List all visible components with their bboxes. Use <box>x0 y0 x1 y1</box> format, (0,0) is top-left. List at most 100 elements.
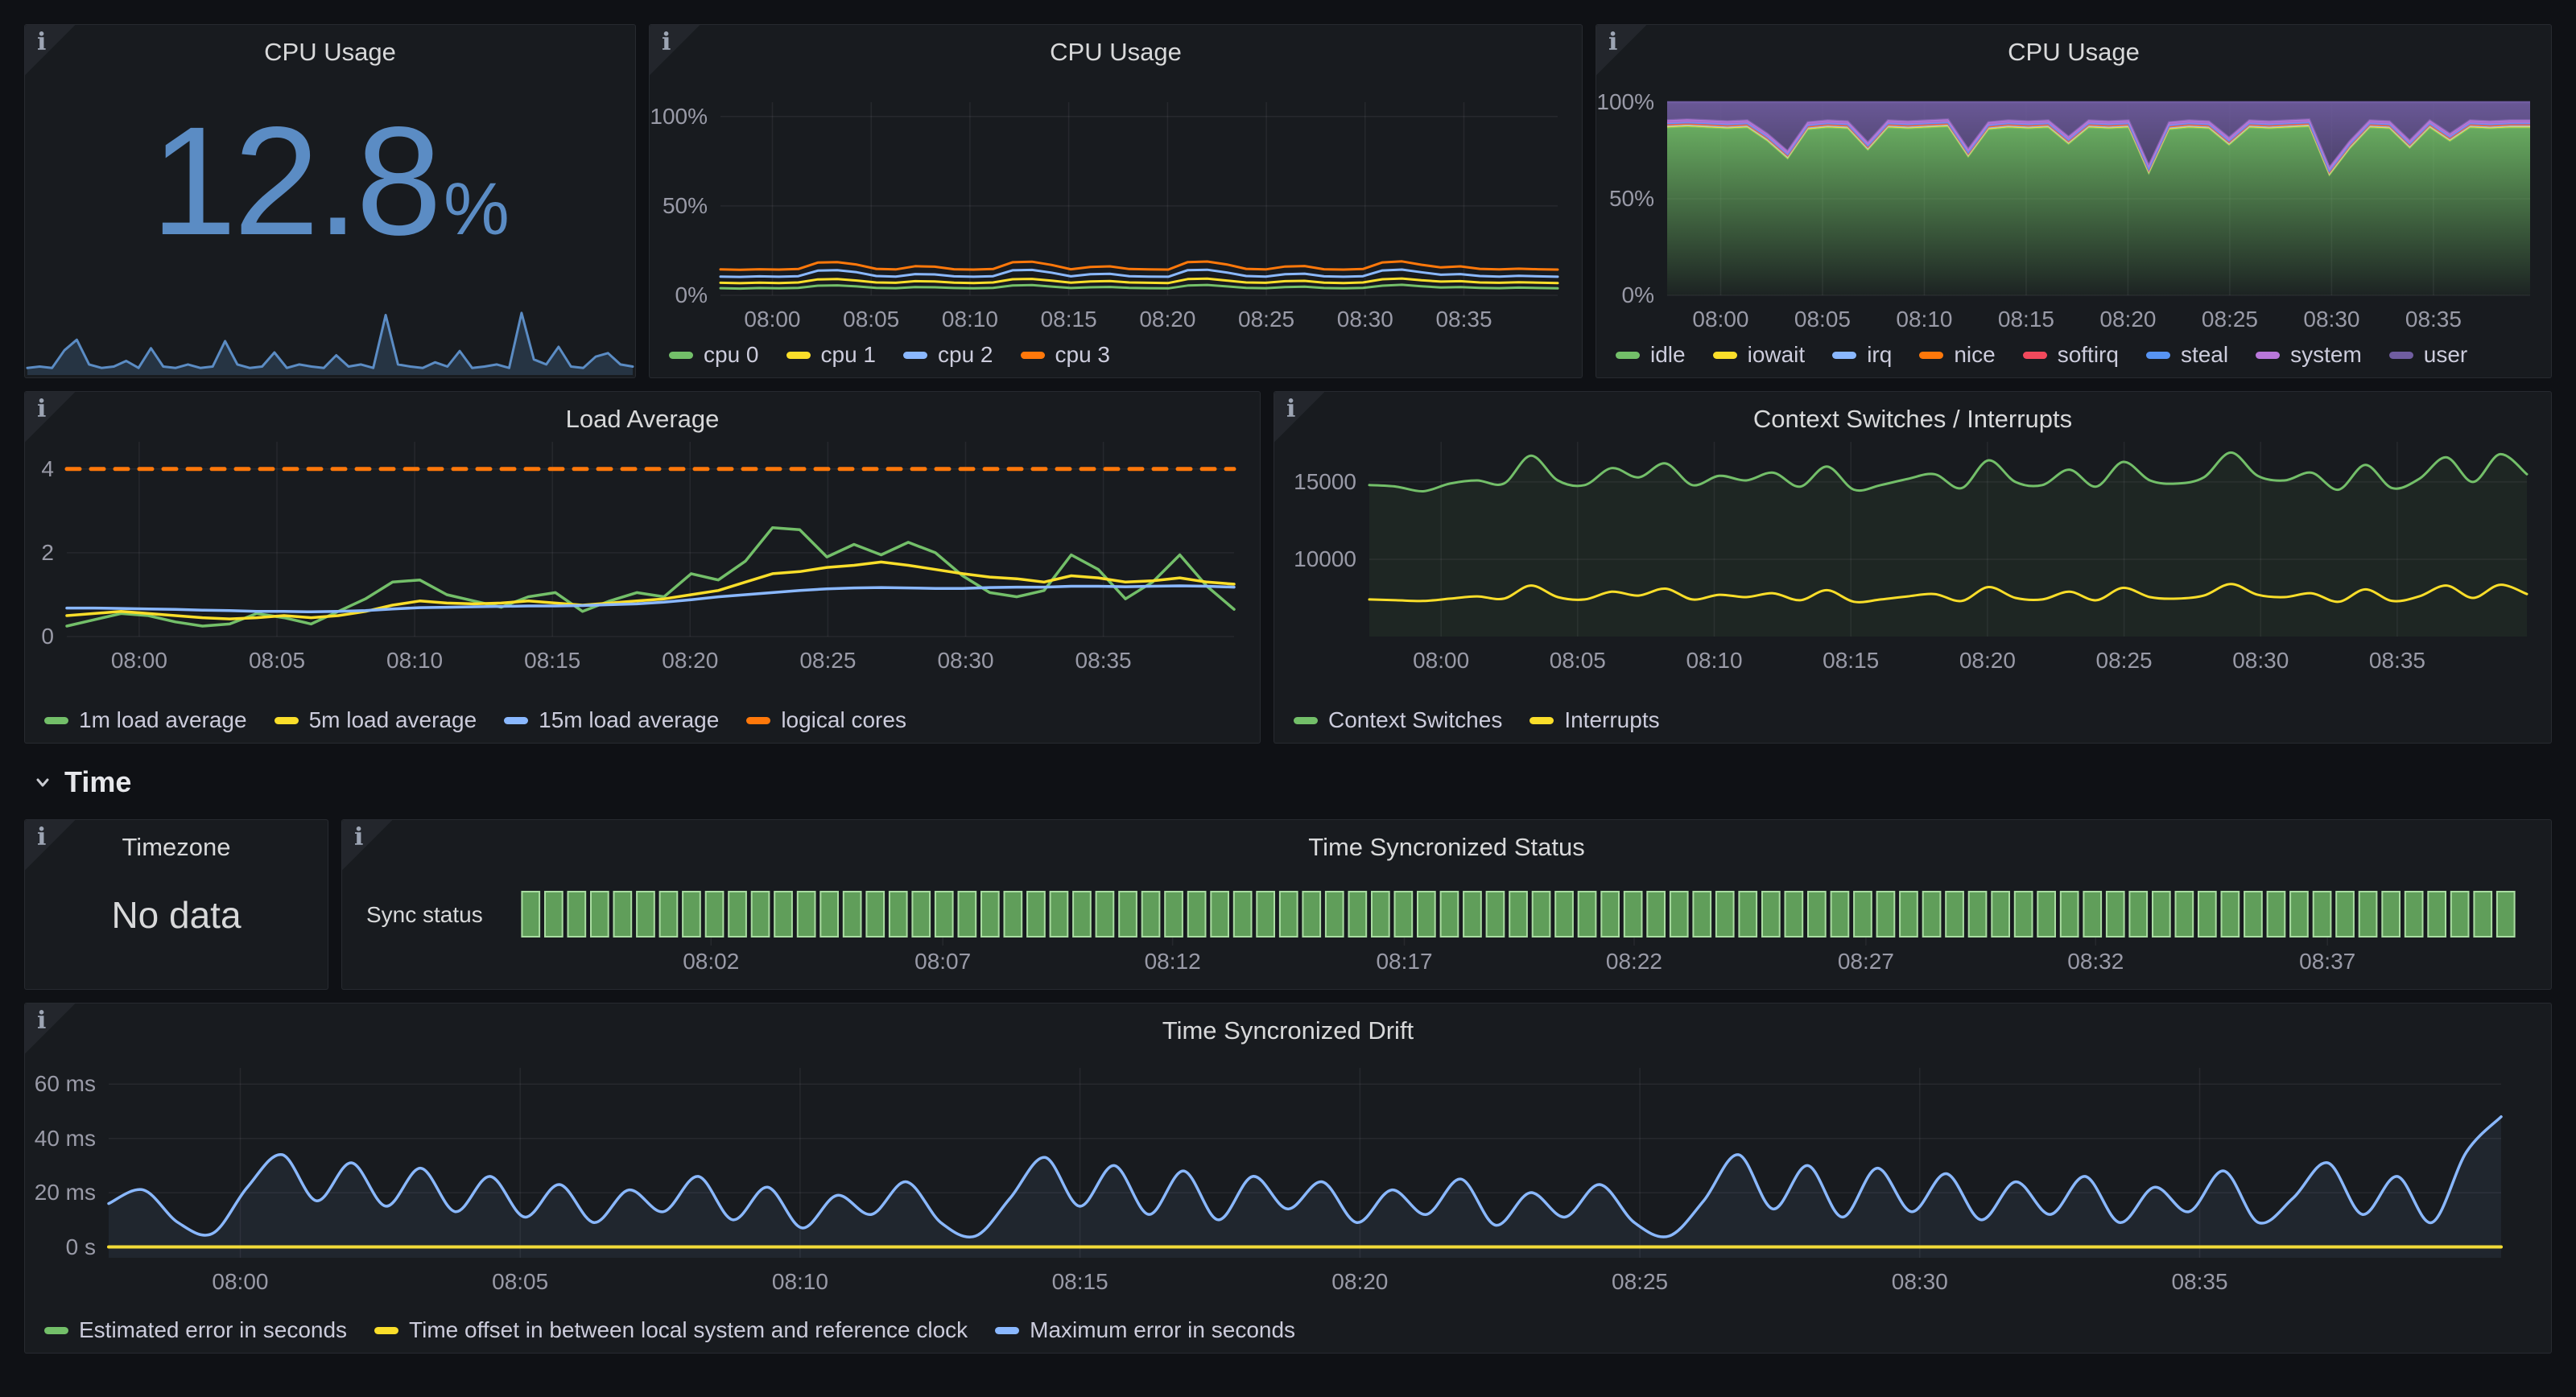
legend-item[interactable]: cpu 3 <box>1021 342 1111 368</box>
x-axis-label: 08:20 <box>1959 648 2016 674</box>
cpu-modes-chart[interactable]: 0%50%100%08:0008:0508:1008:1508:2008:250… <box>1667 102 2530 295</box>
stat-value: 12.8 % <box>25 104 635 258</box>
legend-label: softirq <box>2058 342 2119 368</box>
legend-swatch <box>275 717 299 724</box>
stat-unit: % <box>444 172 510 246</box>
y-axis-label: 40 ms <box>35 1126 96 1152</box>
panel-title[interactable]: CPU Usage <box>650 25 1582 69</box>
legend-item[interactable]: 1m load average <box>44 707 247 733</box>
legend-label: cpu 1 <box>821 342 877 368</box>
legend-label: cpu 3 <box>1055 342 1111 368</box>
chart-legend: cpu 0 cpu 1 cpu 2 cpu 3 <box>669 342 1110 368</box>
panel-cpu-usage-modes: i CPU Usage 0%50%100%08:0008:0508:1008:1… <box>1596 24 2552 378</box>
dashboard-row-drift: i Time Syncronized Drift 0 s20 ms40 ms60… <box>24 1003 2552 1354</box>
y-axis-label: 0 <box>41 624 54 649</box>
legend-item[interactable]: softirq <box>2023 342 2119 368</box>
x-axis-label: 08:05 <box>1794 307 1851 332</box>
legend-label: Context Switches <box>1328 707 1502 733</box>
info-icon: i <box>37 1007 46 1035</box>
x-axis-label: 08:35 <box>1075 648 1132 674</box>
legend-item[interactable]: cpu 2 <box>903 342 993 368</box>
context-switches-chart[interactable]: 100001500008:0008:0508:1008:1508:2008:25… <box>1369 442 2527 637</box>
legend-item[interactable]: logical cores <box>746 707 906 733</box>
legend-item[interactable]: idle <box>1616 342 1686 368</box>
x-axis-label: 08:35 <box>2171 1269 2227 1295</box>
x-axis-label: 08:15 <box>1052 1269 1108 1295</box>
legend-item[interactable]: nice <box>1919 342 1995 368</box>
cpu-cores-chart[interactable]: 0%50%100%08:0008:0508:1008:1508:2008:250… <box>720 102 1558 295</box>
load-average-chart[interactable]: 02408:0008:0508:1008:1508:2008:2508:3008… <box>67 442 1234 637</box>
legend-item[interactable]: cpu 0 <box>669 342 759 368</box>
legend-swatch <box>903 352 927 359</box>
legend-item[interactable]: cpu 1 <box>786 342 877 368</box>
legend-item[interactable]: system <box>2256 342 2362 368</box>
x-axis-label: 08:20 <box>662 648 718 674</box>
panel-title[interactable]: CPU Usage <box>25 25 635 69</box>
panel-context-switches: i Context Switches / Interrupts 10000150… <box>1274 391 2552 744</box>
panel-info-corner[interactable]: i <box>342 820 392 870</box>
x-axis-label: 08:25 <box>1612 1269 1668 1295</box>
legend-item[interactable]: irq <box>1832 342 1892 368</box>
x-axis-label: 08:00 <box>111 648 167 674</box>
x-axis-label: 08:30 <box>2303 307 2359 332</box>
legend-swatch <box>44 1327 68 1334</box>
legend-label: irq <box>1867 342 1892 368</box>
legend-item[interactable]: Context Switches <box>1294 707 1502 733</box>
panel-title[interactable]: Time Syncronized Drift <box>25 1003 2551 1048</box>
legend-label: Time offset in between local system and … <box>409 1317 968 1343</box>
legend-label: cpu 0 <box>704 342 759 368</box>
x-axis-label: 08:20 <box>2099 307 2156 332</box>
y-axis-label: 60 ms <box>35 1071 96 1097</box>
x-axis-label: 08:15 <box>524 648 580 674</box>
x-axis-label: 08:05 <box>1550 648 1606 674</box>
y-axis-label: 0% <box>675 282 708 308</box>
panel-title[interactable]: CPU Usage <box>1596 25 2551 69</box>
legend-swatch <box>1294 717 1318 724</box>
x-axis-label: 08:30 <box>1337 307 1393 332</box>
legend-swatch <box>2146 352 2170 359</box>
x-axis-label: 08:05 <box>492 1269 548 1295</box>
y-axis-label: 10000 <box>1294 546 1356 572</box>
x-axis-label: 08:10 <box>772 1269 828 1295</box>
legend-item[interactable]: Time offset in between local system and … <box>374 1317 968 1343</box>
legend-label: Maximum error in seconds <box>1030 1317 1295 1343</box>
legend-item[interactable]: user <box>2389 342 2467 368</box>
legend-item[interactable]: steal <box>2146 342 2228 368</box>
chart-legend: idle iowait irq nice softirq steal system user <box>1616 342 2467 368</box>
panel-info-corner[interactable]: i <box>1596 25 1646 75</box>
cpu-stat-sparkline[interactable] <box>27 301 633 375</box>
panel-title[interactable]: Context Switches / Interrupts <box>1274 392 2551 436</box>
legend-item[interactable]: Interrupts <box>1530 707 1659 733</box>
y-axis-label: 4 <box>41 456 54 482</box>
x-axis-label: 08:10 <box>1686 648 1742 674</box>
chevron-down-icon <box>32 772 53 793</box>
panel-info-corner[interactable]: i <box>25 820 75 870</box>
panel-time-sync-status: i Time Syncronized Status Sync status 08… <box>341 819 2552 990</box>
y-axis-label: 50% <box>663 193 708 219</box>
legend-swatch <box>786 352 811 359</box>
info-icon: i <box>662 28 671 56</box>
legend-item[interactable]: iowait <box>1713 342 1806 368</box>
y-axis-label: 100% <box>650 104 708 130</box>
legend-label: nice <box>1954 342 1995 368</box>
chart-legend: Context Switches Interrupts <box>1294 707 1660 733</box>
panel-info-corner[interactable]: i <box>25 25 75 75</box>
legend-item[interactable]: 5m load average <box>275 707 477 733</box>
legend-item[interactable]: Estimated error in seconds <box>44 1317 347 1343</box>
legend-swatch <box>1021 352 1045 359</box>
panel-info-corner[interactable]: i <box>1274 392 1324 442</box>
dashboard-row-cpu: i CPU Usage 12.8 % i CPU Usage 0%50%100%… <box>24 24 2552 378</box>
panel-info-corner[interactable]: i <box>25 1003 75 1053</box>
panel-time-sync-drift: i Time Syncronized Drift 0 s20 ms40 ms60… <box>24 1003 2552 1354</box>
legend-item[interactable]: Maximum error in seconds <box>995 1317 1295 1343</box>
legend-item[interactable]: 15m load average <box>504 707 719 733</box>
panel-info-corner[interactable]: i <box>650 25 700 75</box>
panel-title[interactable]: Load Average <box>25 392 1260 436</box>
drift-chart[interactable]: 0 s20 ms40 ms60 ms08:0008:0508:1008:1508… <box>109 1068 2501 1258</box>
x-axis-label: 08:15 <box>1823 648 1879 674</box>
x-axis-label: 08:15 <box>1041 307 1097 332</box>
panel-title[interactable]: Time Syncronized Status <box>342 820 2551 864</box>
section-header-time[interactable]: Time <box>32 760 2549 805</box>
panel-info-corner[interactable]: i <box>25 392 75 442</box>
sync-status-bars[interactable]: 08:0208:0708:1208:1708:2208:2708:3208:37 <box>519 891 2517 938</box>
